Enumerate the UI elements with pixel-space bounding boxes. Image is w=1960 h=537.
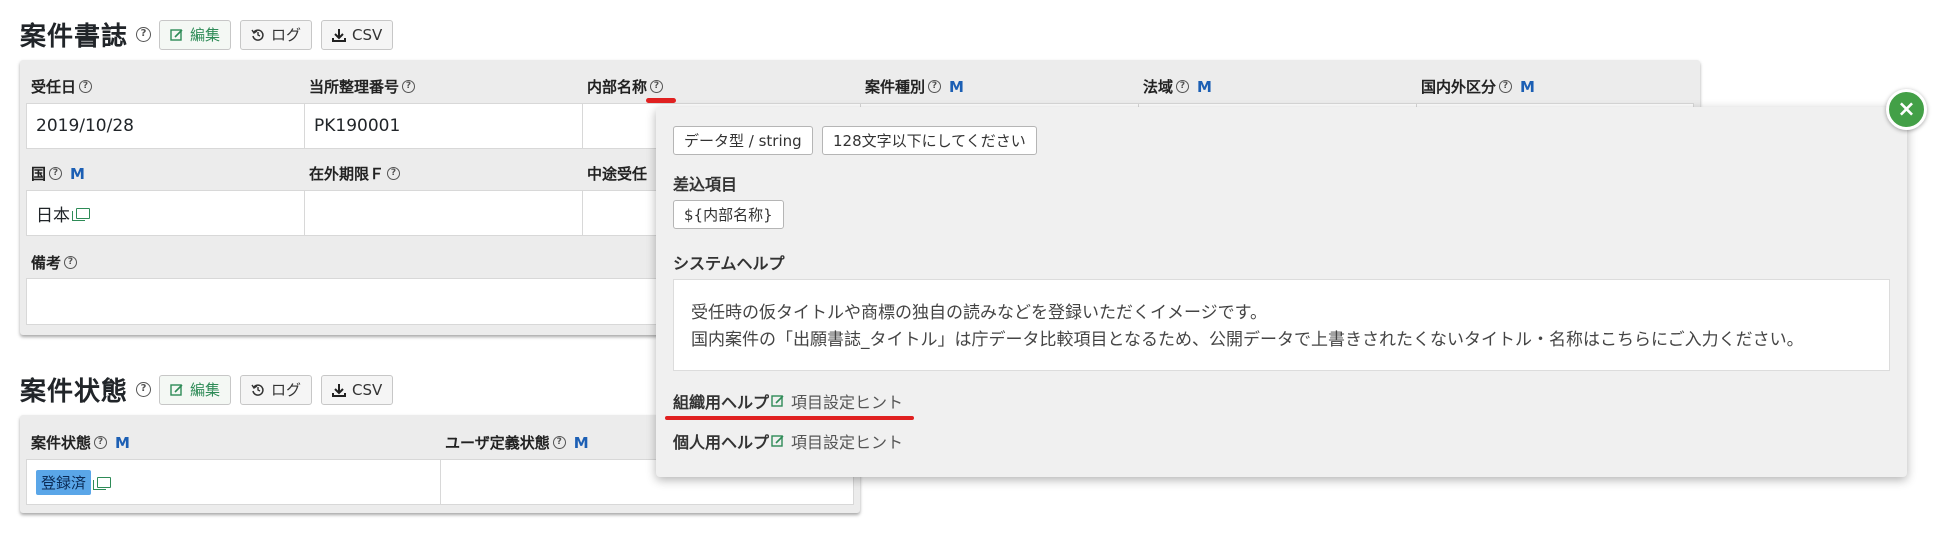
field-label-case-status: 案件状態? M bbox=[31, 433, 130, 453]
field-label-foreign-deadline: 在外期限Ｆ? bbox=[309, 163, 401, 184]
field-label-case-type: 案件種別? M bbox=[865, 77, 964, 97]
help-icon[interactable]: ? bbox=[552, 436, 566, 449]
insert-field-label: 差込項目 bbox=[673, 175, 738, 194]
section-title: 案件状態 bbox=[20, 377, 129, 407]
org-help-label: 組織用ヘルプ bbox=[673, 393, 770, 412]
help-icon[interactable]: ? bbox=[136, 27, 152, 42]
edit-button[interactable]: 編集 bbox=[159, 19, 232, 50]
help-icon[interactable]: ? bbox=[402, 80, 416, 93]
csv-button[interactable]: CSV bbox=[321, 374, 394, 405]
datatype-tag: データ型 / string bbox=[673, 126, 813, 155]
system-help-text: 受任時の仮タイトルや商標の独自の読みなどを登録いただくイメージです。 国内案件の… bbox=[673, 279, 1890, 371]
edit-label: 編集 bbox=[190, 381, 221, 399]
field-label-ref-number: 当所整理番号? bbox=[309, 76, 416, 97]
field-value-foreign-deadline[interactable] bbox=[304, 190, 583, 236]
personal-help-hint: 項目設定ヒント bbox=[791, 433, 904, 452]
field-label-user-status: ユーザ定義状態? M bbox=[445, 433, 589, 453]
status-badge: 登録済 bbox=[36, 469, 92, 495]
edit-icon[interactable] bbox=[771, 394, 785, 408]
help-icon[interactable]: ? bbox=[928, 80, 942, 93]
master-link[interactable]: M bbox=[70, 165, 85, 183]
edit-label: 編集 bbox=[190, 26, 221, 44]
log-button[interactable]: ログ bbox=[240, 19, 313, 50]
help-icon[interactable]: ? bbox=[650, 80, 664, 93]
field-label-domestic-foreign: 国内外区分? M bbox=[1421, 77, 1535, 97]
download-icon bbox=[332, 383, 347, 397]
help-icon[interactable]: ? bbox=[1499, 80, 1513, 93]
edit-icon bbox=[170, 383, 183, 396]
help-icon[interactable]: ? bbox=[49, 167, 63, 180]
help-line: 受任時の仮タイトルや商標の独自の読みなどを登録いただくイメージです。 bbox=[691, 303, 1267, 323]
log-label: ログ bbox=[271, 381, 302, 399]
history-icon bbox=[251, 28, 264, 41]
length-tag: 128文字以下にしてください bbox=[822, 126, 1037, 155]
log-button[interactable]: ログ bbox=[240, 374, 313, 405]
csv-button[interactable]: CSV bbox=[321, 19, 394, 50]
org-help-row: 組織用ヘルプ 項目設定ヒント bbox=[673, 389, 903, 413]
personal-help-label: 個人用ヘルプ bbox=[673, 433, 770, 452]
field-label-jurisdiction: 法域? M bbox=[1143, 77, 1212, 97]
master-link[interactable]: M bbox=[115, 434, 130, 452]
help-icon[interactable]: ? bbox=[94, 436, 108, 449]
org-help-hint: 項目設定ヒント bbox=[791, 393, 904, 412]
master-link[interactable]: M bbox=[949, 78, 964, 96]
system-help-label: システムヘルプ bbox=[673, 254, 785, 273]
edit-icon[interactable] bbox=[771, 434, 785, 448]
copy-icon[interactable] bbox=[72, 207, 90, 221]
master-link[interactable]: M bbox=[1520, 78, 1535, 96]
field-label-internal-name: 内部名称? bbox=[587, 76, 664, 97]
field-label-country: 国? M bbox=[31, 164, 85, 184]
annotation-underline bbox=[646, 98, 676, 103]
insert-field-tag[interactable]: ${内部名称} bbox=[673, 200, 784, 229]
field-value-ref-number[interactable]: PK190001 bbox=[304, 103, 583, 149]
master-link[interactable]: M bbox=[1197, 78, 1212, 96]
field-label-mid-receipt: 中途受任 bbox=[587, 165, 648, 183]
csv-label: CSV bbox=[352, 380, 383, 399]
personal-help-row: 個人用ヘルプ 項目設定ヒント bbox=[673, 429, 903, 453]
field-help-popover: データ型 / string 128文字以下にしてください 差込項目 ${内部名称… bbox=[656, 107, 1907, 477]
close-button[interactable]: × bbox=[1886, 89, 1927, 130]
edit-button[interactable]: 編集 bbox=[159, 374, 232, 405]
field-value-receipt-date[interactable]: 2019/10/28 bbox=[26, 103, 305, 149]
field-label-remarks: 備考? bbox=[31, 252, 78, 273]
field-value-case-status[interactable]: 登録済 bbox=[26, 459, 441, 505]
download-icon bbox=[332, 28, 347, 42]
section-status-header: 案件状態 ? 編集 ログ CSV bbox=[20, 371, 402, 408]
help-icon[interactable]: ? bbox=[136, 382, 152, 397]
help-line: 国内案件の「出願書誌_タイトル」は庁データ比較項目となるため、公開データで上書き… bbox=[691, 330, 1804, 350]
copy-icon[interactable] bbox=[93, 476, 112, 490]
help-icon[interactable]: ? bbox=[387, 167, 401, 180]
csv-label: CSV bbox=[352, 25, 383, 44]
field-label-receipt-date: 受任日? bbox=[31, 76, 93, 97]
history-icon bbox=[251, 383, 264, 396]
section-title: 案件書誌 bbox=[20, 22, 129, 52]
annotation-underline bbox=[665, 416, 914, 420]
edit-icon bbox=[170, 28, 183, 41]
log-label: ログ bbox=[271, 26, 302, 44]
field-value-country[interactable]: 日本 bbox=[26, 190, 305, 236]
master-link[interactable]: M bbox=[574, 434, 589, 452]
section-bibliography-header: 案件書誌 ? 編集 ログ CSV bbox=[20, 16, 402, 53]
help-icon[interactable]: ? bbox=[1176, 80, 1190, 93]
help-icon[interactable]: ? bbox=[64, 256, 78, 269]
help-icon[interactable]: ? bbox=[79, 80, 93, 93]
